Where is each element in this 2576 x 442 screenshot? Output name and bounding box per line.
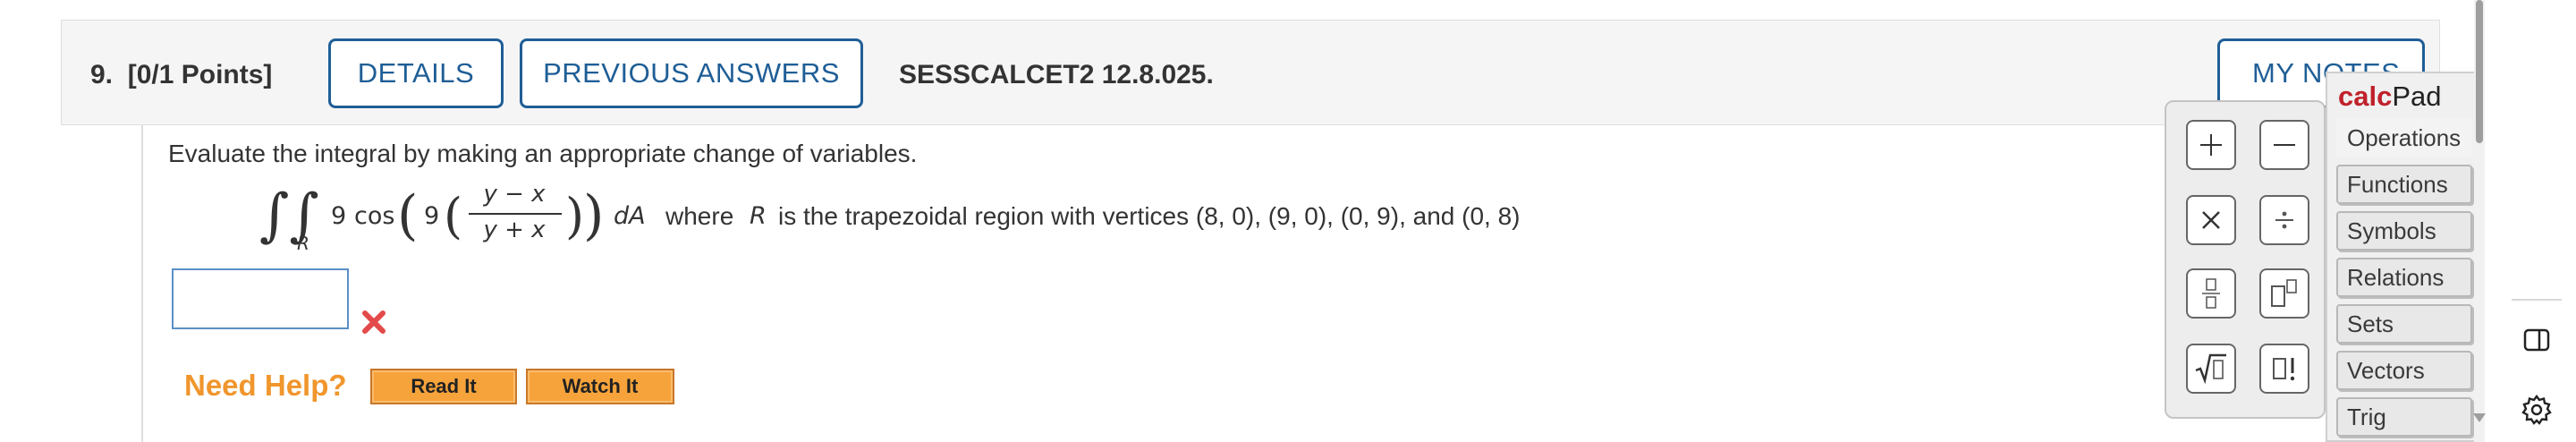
answer-input[interactable]: [172, 268, 349, 329]
power-button[interactable]: [2259, 268, 2309, 319]
integrand-coefficient: 9: [331, 202, 347, 230]
where-text: where: [665, 202, 734, 230]
tab-relations[interactable]: Relations: [2336, 258, 2472, 297]
question-prompt: Evaluate the integral by making an appro…: [168, 140, 918, 167]
gear-icon[interactable]: [2521, 394, 2553, 430]
x-icon: [361, 308, 386, 340]
differential: dA: [614, 202, 646, 230]
sqrt-button[interactable]: [2186, 344, 2236, 394]
tab-symbols[interactable]: Symbols: [2336, 211, 2472, 251]
calcpad-title: calcPad: [2338, 81, 2442, 112]
outer-left-paren: (: [397, 184, 419, 247]
calcpad-category-panel: calcPad Operations Functions Symbols Rel…: [2326, 72, 2478, 442]
need-help-label: Need Help?: [184, 369, 347, 402]
outer-right-paren: ): [583, 184, 605, 247]
multiply-button[interactable]: [2186, 195, 2236, 245]
integral-expression: ∫∫ R 9 cos ( 9 ( y − x y + x ) ) dA wher…: [259, 179, 1690, 259]
scrollbar-thumb[interactable]: [2476, 0, 2483, 143]
inner-coefficient: 9: [424, 202, 440, 230]
question-header: 9. [0/1 Points] DETAILS PREVIOUS ANSWERS…: [61, 20, 2440, 125]
integral-subscript: R: [297, 233, 309, 254]
tab-sets[interactable]: Sets: [2336, 304, 2472, 344]
question-points: [0/1 Points]: [127, 60, 273, 89]
fraction-button[interactable]: [2186, 268, 2236, 319]
calcpad-button-panel: [2165, 100, 2326, 419]
details-button[interactable]: DETAILS: [328, 38, 504, 108]
tab-functions[interactable]: Functions: [2336, 165, 2472, 204]
question-code: SESSCALCET2 12.8.025.: [899, 60, 1214, 89]
double-integral-sign: ∫∫: [259, 183, 319, 249]
fraction-numerator: y − x: [483, 181, 546, 208]
cos-function: cos: [354, 202, 395, 230]
question-number: 9. [0/1 Points]: [90, 60, 273, 89]
divide-button[interactable]: [2259, 195, 2309, 245]
question-body: Evaluate the integral by making an appro…: [141, 125, 2440, 442]
sidebar-divider: [2512, 299, 2562, 301]
fraction-bar: [469, 213, 562, 215]
browser-sidebar: [2490, 0, 2576, 442]
scroll-down-arrow-icon[interactable]: [2473, 413, 2486, 422]
inner-left-paren: (: [444, 188, 463, 244]
previous-answers-button[interactable]: PREVIOUS ANSWERS: [520, 38, 863, 108]
fraction-denominator: y + x: [483, 217, 546, 243]
region-variable: R: [750, 202, 767, 230]
minus-button[interactable]: [2259, 120, 2309, 170]
tab-vectors[interactable]: Vectors: [2336, 351, 2472, 390]
region-description: is the trapezoidal region with vertices …: [778, 202, 1521, 230]
tab-trig[interactable]: Trig: [2336, 397, 2472, 437]
watch-it-button[interactable]: Watch It: [526, 369, 674, 404]
factorial-button[interactable]: [2259, 344, 2309, 394]
plus-button[interactable]: [2186, 120, 2236, 170]
read-it-button[interactable]: Read It: [370, 369, 517, 404]
sidebar-toggle-icon[interactable]: [2522, 327, 2551, 357]
inner-right-paren: ): [565, 188, 585, 244]
tab-operations[interactable]: Operations: [2336, 118, 2472, 157]
